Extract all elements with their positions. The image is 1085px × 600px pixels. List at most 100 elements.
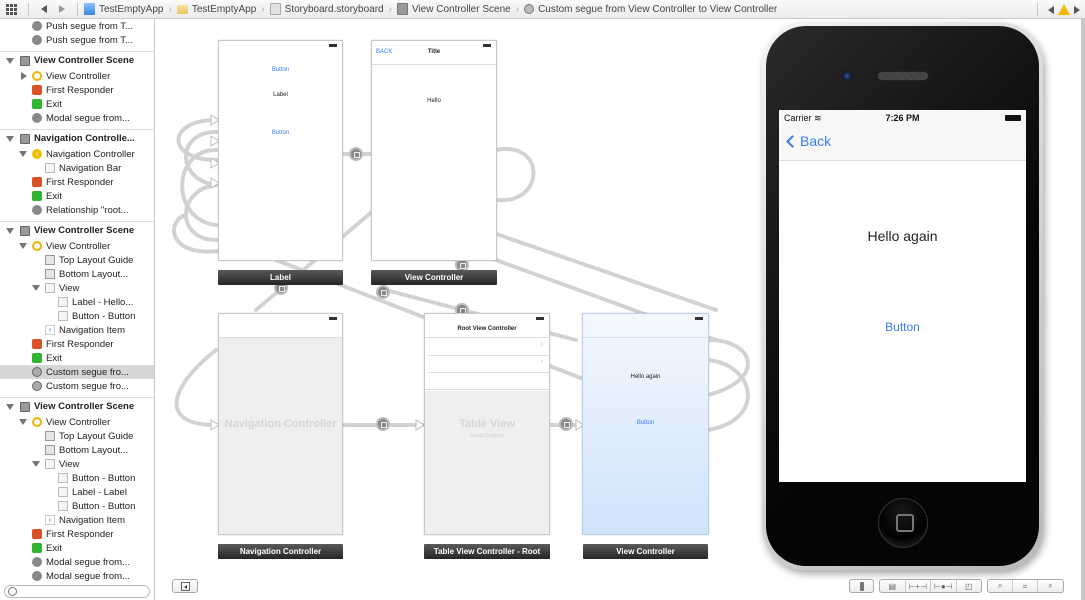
outline-row[interactable]: First Responder	[0, 83, 154, 97]
outline-row[interactable]: Custom segue fro...	[0, 365, 154, 379]
autolayout-toolbar: ▤ ⊢+⊣ ⊢●⊣ ◰	[879, 579, 982, 593]
outline-row[interactable]: Exit	[0, 541, 154, 555]
disclosure-down-icon[interactable]	[32, 285, 40, 291]
outline-row[interactable]: Custom segue fro...	[0, 379, 154, 393]
breadcrumb-group[interactable]: TestEmptyApp ›	[176, 4, 270, 15]
disclosure-down-icon[interactable]	[19, 243, 27, 249]
outline-row[interactable]: View Controller	[0, 69, 154, 83]
outline-row[interactable]: View	[0, 457, 154, 471]
outline-row[interactable]: First Responder	[0, 337, 154, 351]
scene-view-controller-3[interactable]: Hello again Button	[582, 313, 709, 535]
outline-row[interactable]: Exit	[0, 351, 154, 365]
outline-row[interactable]: ‹ Navigation Item	[0, 323, 154, 337]
outline-row[interactable]: ‹ Navigation Controller	[0, 147, 154, 161]
outline-row[interactable]: Label - Hello...	[0, 295, 154, 309]
segue-node[interactable]	[376, 285, 390, 299]
warning-icon[interactable]	[1058, 4, 1070, 15]
scene-label[interactable]: Label	[218, 270, 343, 285]
segue-line	[494, 146, 536, 203]
outline-row[interactable]: Button - Button	[0, 499, 154, 513]
next-issue-icon[interactable]	[1074, 5, 1080, 14]
breadcrumb-segue[interactable]: Custom segue from View Controller to Vie…	[524, 4, 777, 15]
back-arrow-icon[interactable]	[41, 5, 47, 13]
outline-scene-row[interactable]: View Controller Scene	[0, 221, 154, 239]
button-bottom[interactable]: Button	[219, 130, 342, 136]
disclosure-down-icon[interactable]	[6, 57, 14, 64]
button[interactable]: Button	[779, 320, 1026, 334]
button-top[interactable]: Button	[219, 67, 342, 73]
pin-button[interactable]: ⊢+⊣	[906, 580, 931, 592]
scene-label[interactable]: Navigation Controller	[218, 544, 343, 559]
toggle-outline-button[interactable]	[172, 579, 198, 593]
outline-row[interactable]: Top Layout Guide	[0, 253, 154, 267]
table-cell[interactable]: ›	[429, 356, 549, 373]
scene-label[interactable]: Table View Controller - Root	[424, 544, 550, 559]
scene-view-controller-1[interactable]: Button Label Button	[218, 40, 343, 261]
resolve-button[interactable]: ⊢●⊣	[931, 580, 957, 592]
outline-scene-row[interactable]: View Controller Scene	[0, 51, 154, 69]
outline-row[interactable]: View Controller	[0, 239, 154, 253]
outline-filter-input[interactable]	[4, 585, 150, 598]
outline-row[interactable]: Modal segue from...	[0, 555, 154, 569]
form-factor-button[interactable]	[849, 579, 874, 593]
disclosure-down-icon[interactable]	[6, 135, 14, 142]
outline-row[interactable]: Top Layout Guide	[0, 429, 154, 443]
outline-row[interactable]: First Responder	[0, 175, 154, 189]
outline-scene-row[interactable]: View Controller Scene	[0, 397, 154, 415]
breadcrumb-scene[interactable]: View Controller Scene ›	[396, 3, 524, 15]
outline-row[interactable]: Push segue from T...	[0, 33, 154, 47]
zoom-in-button[interactable]: ⌕	[1038, 580, 1063, 592]
outline-row[interactable]: Exit	[0, 189, 154, 203]
scene-label[interactable]: View Controller	[583, 544, 708, 559]
outline-row[interactable]: ‹ Navigation Item	[0, 513, 154, 527]
back-button[interactable]: Back	[785, 133, 831, 149]
table-cell[interactable]: ›	[429, 339, 549, 356]
related-items-icon[interactable]	[6, 3, 22, 15]
outline-row[interactable]: Bottom Layout...	[0, 443, 154, 457]
disclosure-down-icon[interactable]	[6, 403, 14, 410]
outline-row[interactable]: Modal segue from...	[0, 569, 154, 583]
storyboard-canvas[interactable]: Button Label Button Label BACK Title Hel…	[156, 20, 1085, 600]
scene-label[interactable]: View Controller	[371, 270, 497, 285]
outline-row[interactable]: Push segue from T...	[0, 19, 154, 33]
outline-row[interactable]: Navigation Bar	[0, 161, 154, 175]
scene-view-controller-2[interactable]: BACK Title Hello	[371, 40, 497, 261]
forward-arrow-icon[interactable]	[59, 5, 65, 13]
breadcrumb-file[interactable]: Storyboard.storyboard ›	[269, 3, 397, 15]
breadcrumb-label: TestEmptyApp	[99, 3, 164, 15]
outline-row[interactable]: View Controller	[0, 415, 154, 429]
outline-row[interactable]: Modal segue from...	[0, 111, 154, 125]
segue-node[interactable]	[349, 147, 363, 161]
outline-row-label: Relationship "root...	[46, 204, 129, 216]
outline-row[interactable]: Button - Button	[0, 309, 154, 323]
outline-row-label: View	[59, 458, 80, 470]
outline-row[interactable]: Relationship "root...	[0, 203, 154, 217]
zoom-fit-button[interactable]: =	[1013, 580, 1038, 592]
scene-navigation-controller[interactable]: Navigation Controller	[218, 313, 343, 535]
disclosure-down-icon[interactable]	[19, 151, 27, 157]
segue-node[interactable]	[376, 417, 390, 431]
outline-scene-row[interactable]: Navigation Controlle...	[0, 129, 154, 147]
disclosure-right-icon[interactable]	[21, 72, 27, 80]
breadcrumb-project[interactable]: TestEmptyApp ›	[84, 3, 177, 15]
outline-row[interactable]: View	[0, 281, 154, 295]
disclosure-down-icon[interactable]	[6, 227, 14, 234]
outline-row-label: Exit	[46, 190, 62, 202]
exit-icon	[32, 191, 42, 201]
outline-row[interactable]: Bottom Layout...	[0, 267, 154, 281]
outline-row[interactable]: Button - Button	[0, 471, 154, 485]
segue-node[interactable]	[559, 417, 573, 431]
outline-row[interactable]: First Responder	[0, 527, 154, 541]
button[interactable]: Button	[583, 420, 708, 426]
scene-table-view-controller[interactable]: Root View Controller › › Table View Stat…	[424, 313, 550, 535]
disclosure-down-icon[interactable]	[32, 461, 40, 467]
outline-row[interactable]: Label - Label	[0, 485, 154, 499]
previous-issue-icon[interactable]	[1048, 5, 1054, 14]
outline-row[interactable]: Exit	[0, 97, 154, 111]
table-cell[interactable]	[425, 373, 549, 390]
status-bar: Carrier ≋ 7:26 PM	[779, 110, 1026, 126]
align-button[interactable]: ▤	[880, 580, 906, 592]
zoom-out-button[interactable]: ⌕	[988, 580, 1014, 592]
disclosure-down-icon[interactable]	[19, 419, 27, 425]
resizing-button[interactable]: ◰	[957, 580, 982, 592]
